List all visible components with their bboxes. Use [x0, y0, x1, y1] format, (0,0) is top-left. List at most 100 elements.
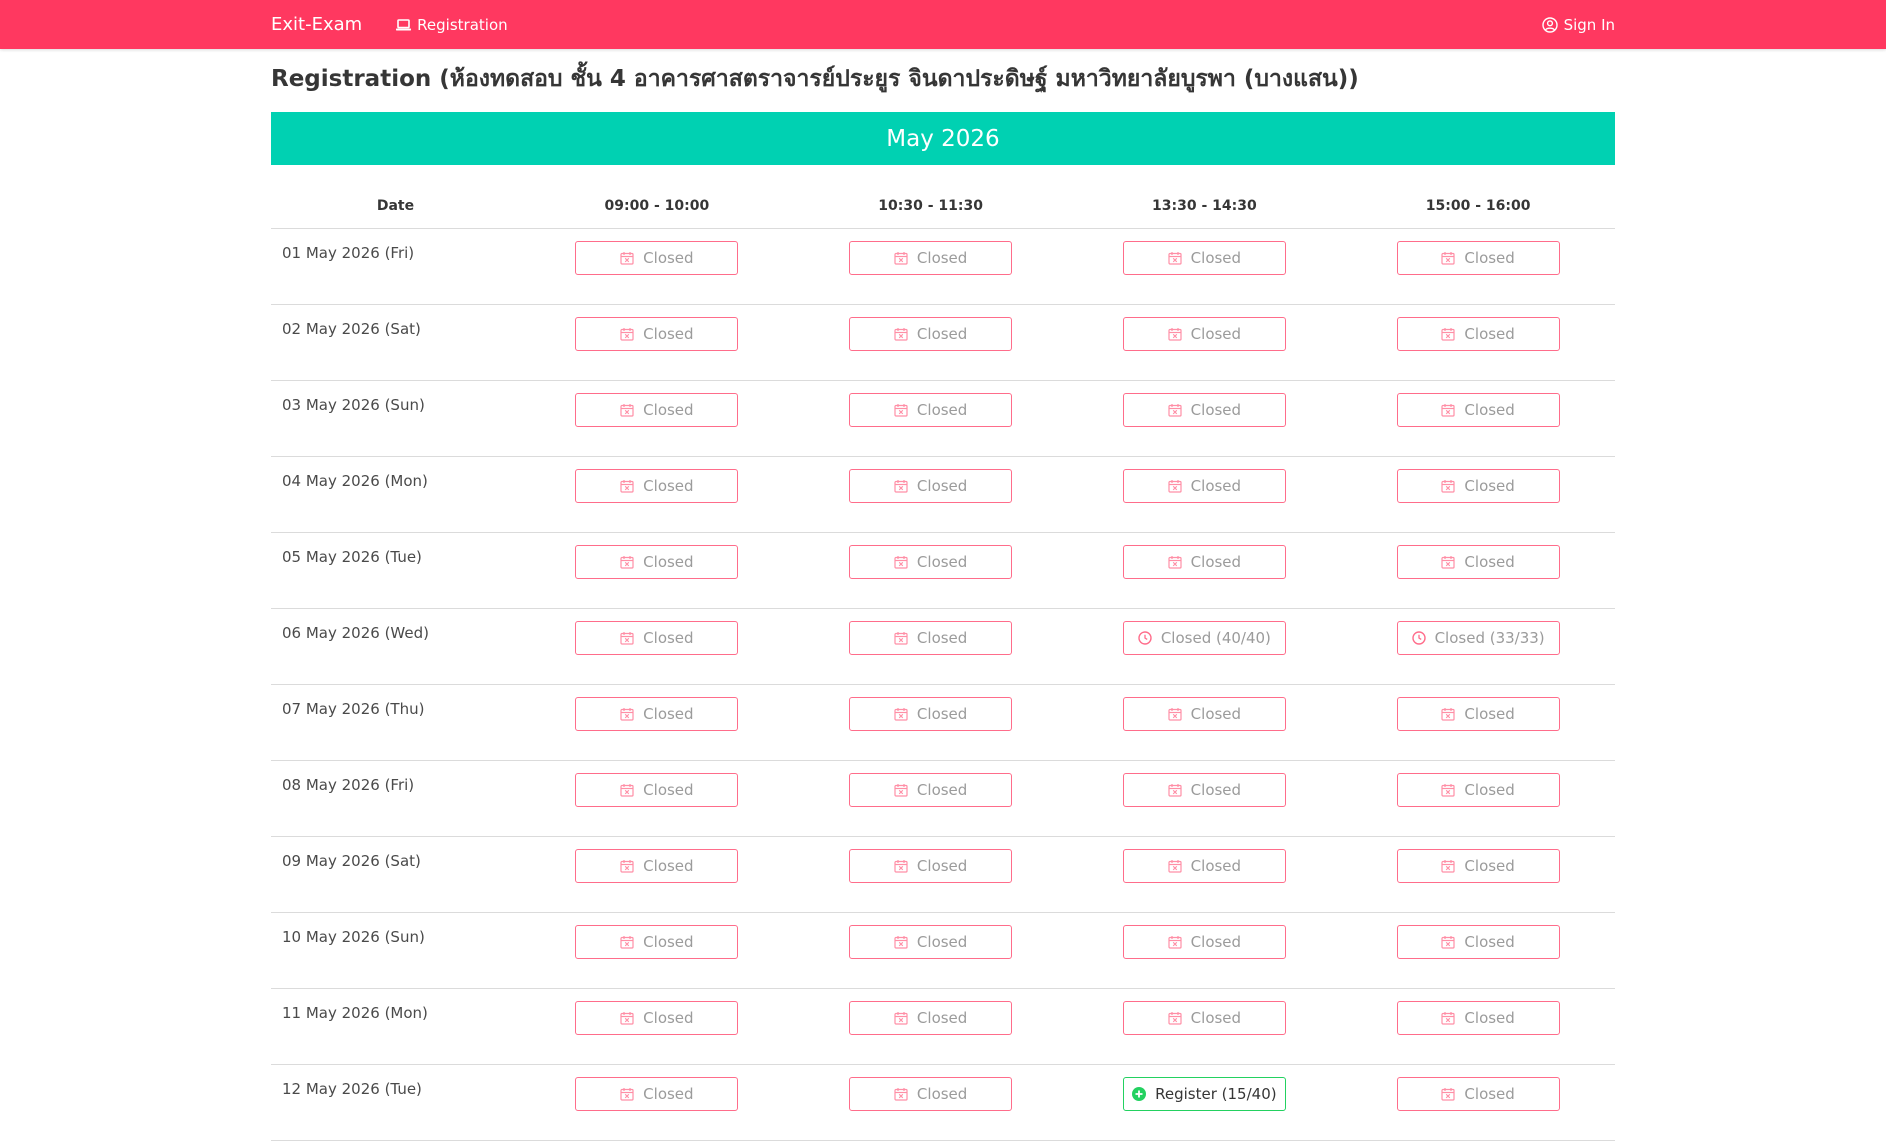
slot-label: Closed [916, 1009, 968, 1027]
slot-label: Closed [643, 705, 694, 723]
slot-cell: Closed [793, 532, 1068, 609]
closed-button[interactable]: Closed [1122, 773, 1286, 807]
closed-button[interactable]: Closed [1122, 393, 1286, 427]
calendar-x-icon [1441, 784, 1456, 797]
calendar-x-icon [620, 556, 634, 569]
calendar-x-icon [1168, 784, 1182, 797]
clock-icon [1411, 631, 1426, 645]
closed-button[interactable]: Closed [575, 393, 739, 427]
slot-label: Closed [643, 781, 694, 799]
closed-full-button[interactable]: Closed (33/33) [1396, 621, 1560, 655]
slot-label: Closed [916, 1085, 968, 1103]
slot-cell: Closed [1341, 304, 1615, 381]
slot-cell: Closed [520, 608, 794, 685]
closed-button[interactable]: Closed [849, 1001, 1013, 1035]
closed-button[interactable]: Closed [1122, 925, 1286, 959]
closed-button[interactable]: Closed [575, 849, 739, 883]
closed-button[interactable]: Closed [1396, 469, 1560, 503]
closed-button[interactable]: Closed [575, 241, 739, 275]
calendar-x-icon [1441, 860, 1456, 873]
slot-label: Closed [1190, 781, 1242, 799]
closed-button[interactable]: Closed [575, 697, 739, 731]
slot-cell: Closed [520, 228, 794, 305]
closed-button[interactable]: Closed [575, 317, 739, 351]
slot-label: Closed [1464, 933, 1515, 951]
row-date: 02 May 2026 (Sat) [271, 304, 520, 381]
closed-button[interactable]: Closed [1396, 241, 1560, 275]
slot-cell: Closed [793, 1064, 1068, 1141]
slot-label: Closed [916, 477, 968, 495]
plus-circle-icon [1132, 1087, 1147, 1101]
closed-button[interactable]: Closed [1396, 1077, 1560, 1111]
slot-cell: Closed [520, 456, 794, 533]
closed-button[interactable]: Closed [575, 545, 739, 579]
closed-button[interactable]: Closed [1396, 317, 1560, 351]
column-header-slot: 15:00 - 16:00 [1341, 184, 1615, 229]
calendar-x-icon [1168, 556, 1182, 569]
slot-cell: Closed [1067, 760, 1342, 837]
closed-button[interactable]: Closed [849, 393, 1013, 427]
closed-button[interactable]: Closed [849, 773, 1013, 807]
closed-button[interactable]: Closed [849, 1077, 1013, 1111]
calendar-x-icon [620, 708, 634, 721]
slot-label: Closed [1190, 705, 1242, 723]
closed-full-button[interactable]: Closed (40/40) [1122, 621, 1286, 655]
closed-button[interactable]: Closed [575, 621, 739, 655]
calendar-x-icon [1441, 328, 1456, 341]
closed-button[interactable]: Closed [1396, 697, 1560, 731]
closed-button[interactable]: Closed [1122, 317, 1286, 351]
slot-label: Closed [1464, 477, 1515, 495]
closed-button[interactable]: Closed [1396, 849, 1560, 883]
calendar-x-icon [620, 480, 634, 493]
slot-cell: Closed [1341, 228, 1615, 305]
closed-button[interactable]: Closed [575, 469, 739, 503]
closed-button[interactable]: Closed [849, 621, 1013, 655]
closed-button[interactable]: Closed [1396, 1001, 1560, 1035]
closed-button[interactable]: Closed [575, 1001, 739, 1035]
row-date: 08 May 2026 (Fri) [271, 760, 520, 837]
brand-link[interactable]: Exit-Exam [271, 14, 362, 35]
closed-button[interactable]: Closed [849, 697, 1013, 731]
closed-button[interactable]: Closed [1396, 545, 1560, 579]
closed-button[interactable]: Closed [1122, 697, 1286, 731]
closed-button[interactable]: Closed [1122, 545, 1286, 579]
closed-button[interactable]: Closed [849, 241, 1013, 275]
closed-button[interactable]: Closed [1122, 849, 1286, 883]
slot-cell: Closed [1067, 228, 1342, 305]
register-button[interactable]: Register (15/40) [1122, 1077, 1286, 1111]
slot-cell: Closed [520, 304, 794, 381]
closed-button[interactable]: Closed [1396, 773, 1560, 807]
calendar-x-icon [1441, 708, 1456, 721]
row-date: 04 May 2026 (Mon) [271, 456, 520, 533]
closed-button[interactable]: Closed [1122, 1001, 1286, 1035]
closed-button[interactable]: Closed [849, 545, 1013, 579]
closed-button[interactable]: Closed [849, 925, 1013, 959]
closed-button[interactable]: Closed [575, 1077, 739, 1111]
row-date: 11 May 2026 (Mon) [271, 988, 520, 1065]
calendar-x-icon [894, 1088, 908, 1101]
nav-registration-link[interactable]: Registration [396, 16, 508, 34]
slot-cell: Closed [520, 1064, 794, 1141]
closed-button[interactable]: Closed [575, 773, 739, 807]
slot-cell: Closed [793, 684, 1068, 761]
main-content: Registration (ห้องทดสอบ ชั้น 4 อาคารศาสต… [271, 49, 1615, 1141]
calendar-x-icon [1441, 556, 1456, 569]
slot-cell: Closed [1067, 304, 1342, 381]
closed-button[interactable]: Closed [1122, 241, 1286, 275]
row-date: 07 May 2026 (Thu) [271, 684, 520, 761]
closed-button[interactable]: Closed [575, 925, 739, 959]
row-date: 09 May 2026 (Sat) [271, 836, 520, 913]
slot-cell: Closed [793, 988, 1068, 1065]
calendar-x-icon [894, 708, 908, 721]
closed-button[interactable]: Closed [1396, 925, 1560, 959]
closed-button[interactable]: Closed [849, 849, 1013, 883]
closed-button[interactable]: Closed [1396, 393, 1560, 427]
closed-button[interactable]: Closed [1122, 469, 1286, 503]
slot-cell: Closed [1067, 532, 1342, 609]
calendar-x-icon [1441, 1012, 1456, 1025]
signin-link[interactable]: Sign In [1541, 16, 1615, 34]
column-header-slot: 10:30 - 11:30 [793, 184, 1068, 229]
calendar-x-icon [620, 784, 634, 797]
closed-button[interactable]: Closed [849, 317, 1013, 351]
closed-button[interactable]: Closed [849, 469, 1013, 503]
